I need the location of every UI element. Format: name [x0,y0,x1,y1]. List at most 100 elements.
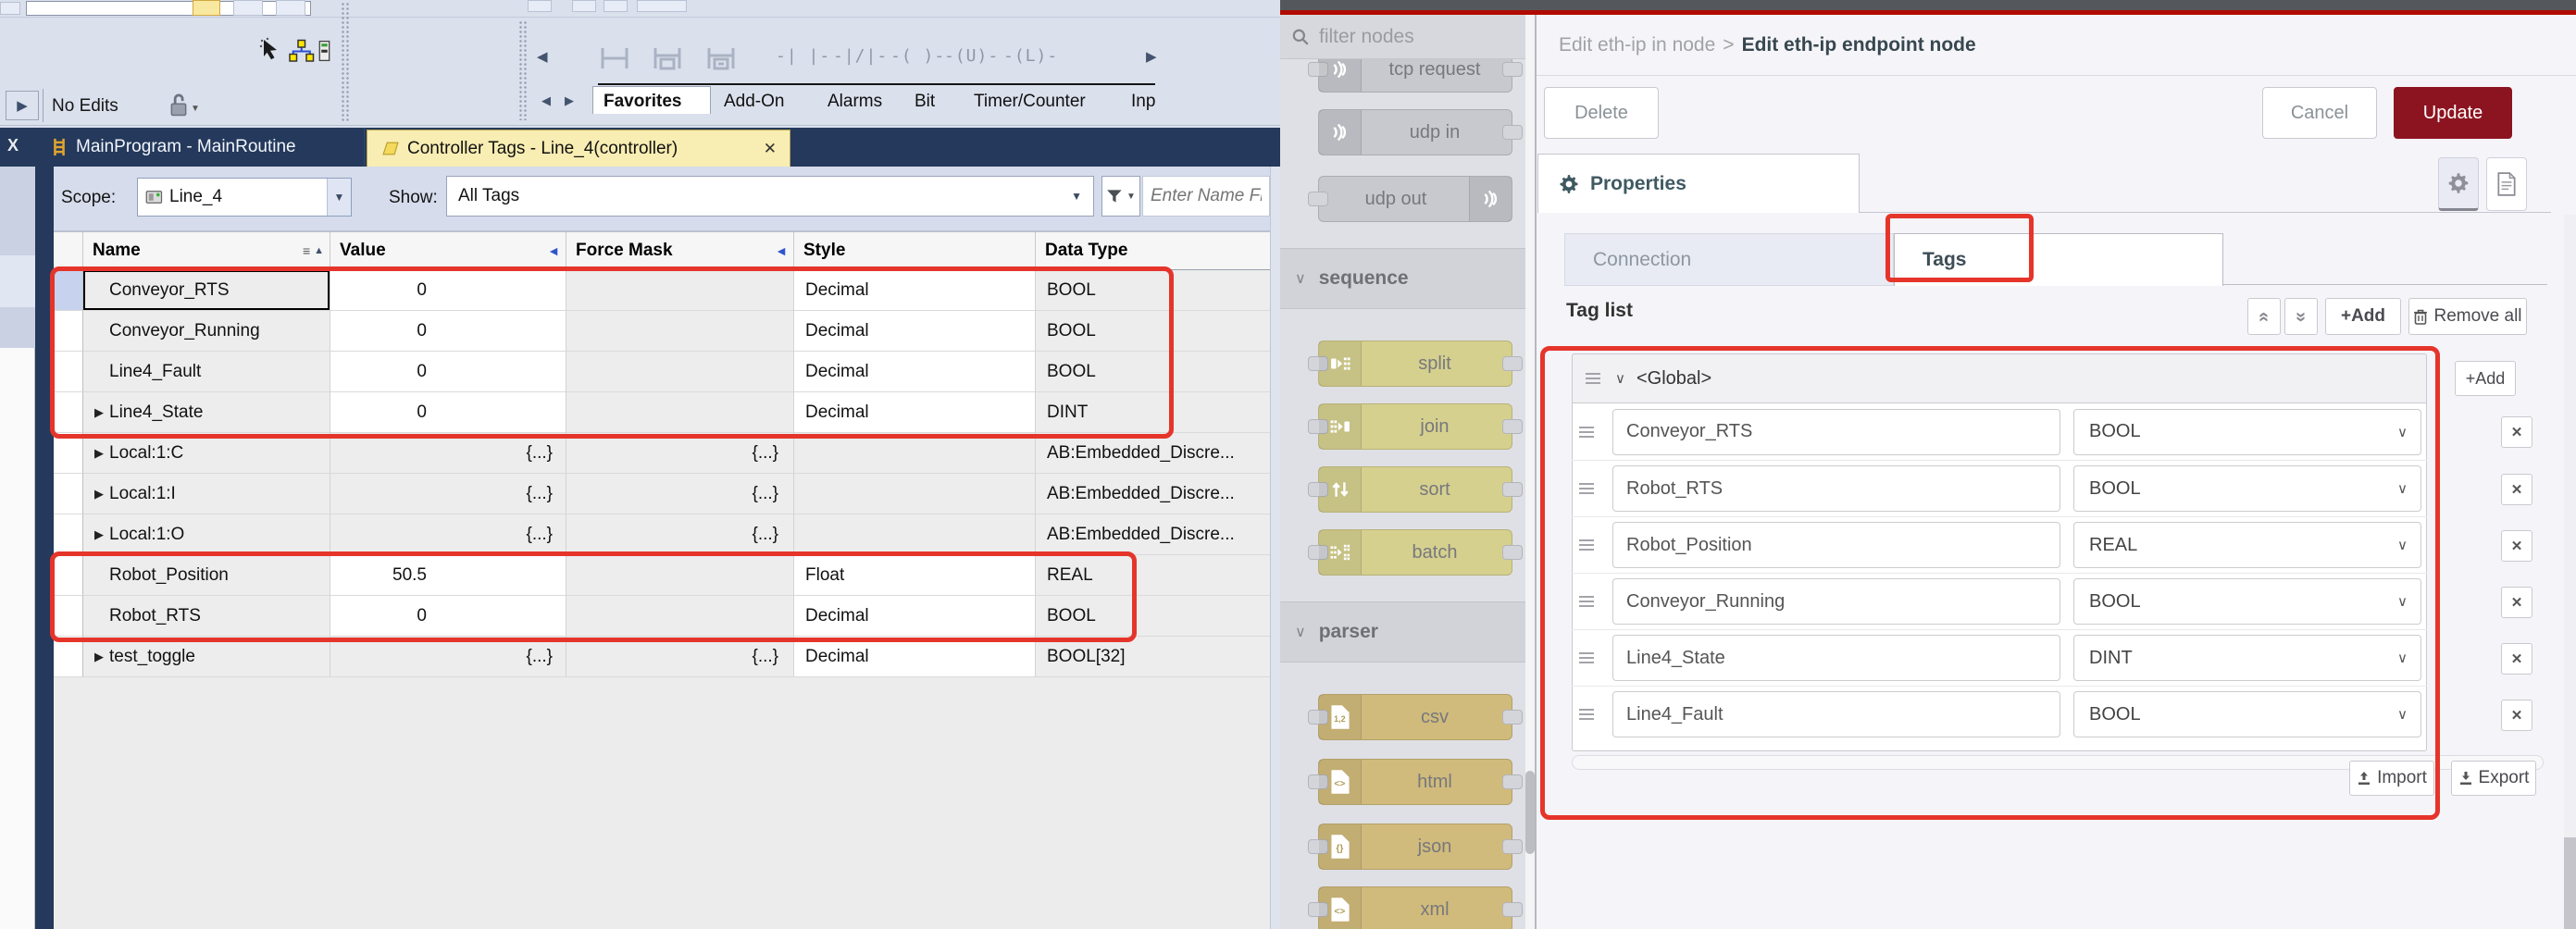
tab-properties[interactable]: Properties [1537,154,1860,213]
sort-ascending-icon[interactable]: ▲ [314,245,324,256]
tag-name-input[interactable] [1612,578,2060,625]
close-pane-icon[interactable]: X [7,136,19,155]
tag-datatype-cell[interactable]: BOOL[32] [1036,637,1270,677]
tag-force-mask-cell[interactable]: {...} [566,433,794,474]
column-pin-icon[interactable]: ◄ [547,243,560,258]
tag-datatype-cell[interactable]: AB:Embedded_Discre... [1036,474,1270,514]
scope-dropdown[interactable]: Line_4 ▼ [137,178,352,217]
instr-tab-timercounter[interactable]: Timer/Counter [974,92,1086,112]
col-header-value[interactable]: Value ◄ [330,232,566,270]
tag-type-select[interactable]: BOOL ∨ [2073,578,2421,625]
tag-style-cell[interactable] [794,514,1036,555]
toolbar-combo-fragment[interactable] [26,1,311,16]
chevron-down-icon[interactable]: ∨ [1615,370,1625,387]
instr-tab-alarms[interactable]: Alarms [828,92,882,112]
remove-tag-button[interactable]: ✕ [2501,643,2532,675]
tag-datatype-cell[interactable]: BOOL [1036,311,1270,352]
tag-name-cell[interactable]: Line4_Fault [83,352,330,392]
tag-row[interactable]: Robot_Position 50.5 Float REAL [54,555,1270,596]
import-button[interactable]: Import [2349,761,2434,796]
tag-force-mask-cell[interactable]: {...} [566,514,794,555]
lock-icon[interactable] [168,93,189,117]
lock-dropdown-icon[interactable]: ▼ [191,104,200,114]
tab-connection[interactable]: Connection [1564,233,1894,286]
show-dropdown-arrow[interactable]: ▼ [1071,190,1082,203]
scope-dropdown-arrow[interactable]: ▼ [327,179,351,216]
move-up-button[interactable]: « [2247,298,2281,335]
palette-scrollbar-thumb[interactable] [1525,771,1535,854]
tabs-right-icon[interactable]: ▶ [565,93,574,108]
otl-coil-icon[interactable]: -(L)- [1003,46,1058,66]
column-pin-icon[interactable]: ◄ [775,243,788,258]
palette-node-split[interactable]: split [1318,341,1512,387]
tag-row[interactable]: Conveyor_RTS 0 Decimal BOOL [54,270,1270,311]
tag-force-mask-cell[interactable] [566,311,794,352]
instr-tab-bit[interactable]: Bit [915,92,935,112]
drag-handle-icon[interactable] [1579,596,1594,607]
tag-datatype-cell[interactable]: BOOL [1036,270,1270,311]
drag-handle-icon[interactable] [1579,709,1594,720]
tab-controller-tags[interactable]: Controller Tags - Line_4(controller) ✕ [367,130,790,167]
scroll-right-icon[interactable]: ▶ [1146,48,1157,65]
delete-button[interactable]: Delete [1544,87,1659,139]
name-filter-input[interactable] [1142,176,1270,217]
tag-type-select[interactable]: REAL ∨ [2073,522,2421,568]
tag-datatype-cell[interactable]: DINT [1036,392,1270,433]
expand-arrow-icon[interactable]: ▶ [89,487,109,502]
tag-name-cell[interactable]: Robot_Position [83,555,330,596]
remove-tag-button[interactable]: ✕ [2501,474,2532,505]
col-header-name[interactable]: Name ≡ ▲ [83,232,330,270]
palette-node-udp-in[interactable]: udp in [1318,109,1512,155]
palette-node-json[interactable]: {} json [1318,824,1512,870]
tag-value-cell[interactable]: {...} [330,433,566,474]
rung-branch-level-icon[interactable] [703,43,739,74]
tag-row[interactable]: Conveyor_Running 0 Decimal BOOL [54,311,1270,352]
palette-node-join[interactable]: join [1318,403,1512,450]
toolbar-button-fragment[interactable] [233,0,263,16]
tag-style-cell[interactable]: Decimal [794,392,1036,433]
tag-row[interactable]: ▶ Local:1:O {...} {...} AB:Embedded_Disc… [54,514,1270,555]
node-description-icon-button[interactable] [2486,157,2527,211]
tag-style-cell[interactable] [794,433,1036,474]
name-filter-button[interactable]: ▼ [1101,176,1140,217]
tag-name-cell[interactable]: Conveyor_RTS [83,270,330,311]
tag-name-input[interactable] [1612,409,2060,455]
tag-name-input[interactable] [1612,522,2060,568]
col-header-force-mask[interactable]: Force Mask ◄ [566,232,794,270]
tag-style-cell[interactable]: Float [794,555,1036,596]
tag-force-mask-cell[interactable] [566,270,794,311]
toolbar-button-fragment[interactable] [572,0,596,12]
tag-name-cell[interactable]: ▶ Local:1:I [83,474,330,514]
palette-category-parser[interactable]: ∨ parser [1280,601,1525,663]
tag-row[interactable]: ▶ Local:1:C {...} {...} AB:Embedded_Disc… [54,433,1270,474]
row-selector[interactable] [54,637,83,677]
network-browse-icon[interactable] [287,39,315,64]
collapsed-panel-strip-selected[interactable] [0,255,35,307]
instr-tab-addon[interactable]: Add-On [724,92,784,112]
tag-datatype-cell[interactable]: REAL [1036,555,1270,596]
remove-tag-button[interactable]: ✕ [2501,416,2532,448]
tag-type-select[interactable]: DINT ∨ [2073,635,2421,681]
tag-row[interactable]: Line4_Fault 0 Decimal BOOL [54,352,1270,392]
drag-handle-icon[interactable] [1586,373,1600,384]
tag-force-mask-cell[interactable] [566,352,794,392]
tag-row[interactable]: ▶ test_toggle {...} {...} Decimal BOOL[3… [54,637,1270,677]
close-tab-icon[interactable]: ✕ [764,140,777,158]
toolbar-button-fragment[interactable] [528,0,552,12]
instr-tab-favorites[interactable]: Favorites [604,92,681,112]
expand-arrow-icon[interactable]: ▶ [89,405,109,420]
tag-force-mask-cell[interactable] [566,555,794,596]
tag-datatype-cell[interactable]: AB:Embedded_Discre... [1036,433,1270,474]
instr-tab-input-cut[interactable]: Inp [1131,92,1155,112]
toolbar-button-fragment[interactable] [276,0,305,16]
add-tag-button[interactable]: +Add [2325,298,2401,335]
xio-contact-icon[interactable]: -|/|- [833,46,888,66]
ote-coil-icon[interactable]: -( )- [890,46,945,66]
palette-node-html[interactable]: <> html [1318,759,1512,805]
row-selector[interactable] [54,596,83,637]
tag-value-cell[interactable]: 0 [330,596,566,637]
move-down-button[interactable]: « [2284,298,2318,335]
tabs-left-icon[interactable]: ◀ [541,93,551,108]
tray-scrollbar[interactable] [2564,215,2576,929]
palette-search[interactable]: filter nodes [1280,15,1525,59]
